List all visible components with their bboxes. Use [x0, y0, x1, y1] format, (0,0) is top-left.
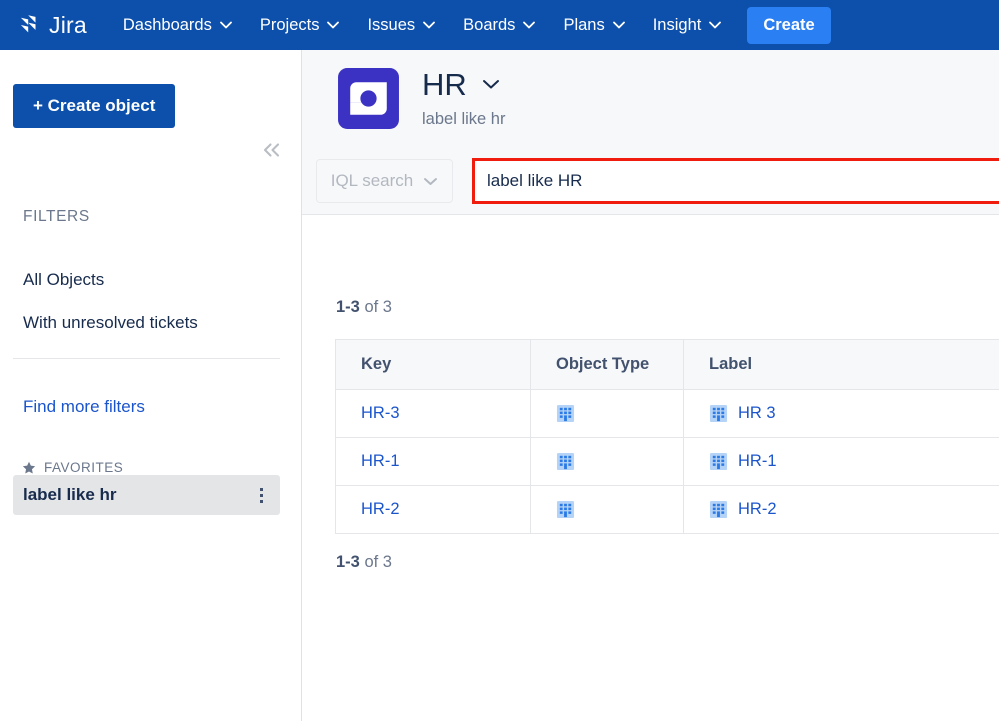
column-header-key[interactable]: Key [335, 339, 531, 390]
nav-items: Dashboards Projects Issues Boards Plans … [109, 0, 831, 50]
cell-label: HR-1 [683, 437, 999, 486]
chevron-down-icon [523, 21, 536, 29]
results-count-bottom: 1-3 of 3 [336, 553, 392, 572]
object-schema-header: HR label like hr [302, 50, 999, 147]
favorites-heading: FAVORITES [22, 460, 123, 475]
object-label-link[interactable]: HR 3 [738, 404, 776, 423]
iql-query-highlight [472, 157, 999, 204]
object-key-link[interactable]: HR-3 [361, 404, 400, 422]
object-schema-title-row: HR [422, 68, 505, 102]
results-total: of 3 [364, 298, 392, 316]
object-label-link[interactable]: HR-2 [738, 500, 777, 519]
table-head: Key Object Type Label [335, 339, 999, 390]
nav-item-dashboards[interactable]: Dashboards [109, 0, 246, 50]
nav-item-label: Dashboards [122, 15, 212, 34]
nav-item-insight[interactable]: Insight [639, 0, 736, 50]
nav-item-plans[interactable]: Plans [549, 0, 638, 50]
nav-item-label: Issues [367, 15, 416, 34]
table-header-row: Key Object Type Label [335, 339, 999, 390]
chevron-down-icon[interactable] [481, 77, 501, 95]
sidebar-item-with-unresolved-tickets[interactable]: With unresolved tickets [23, 313, 198, 333]
nav-item-label: Projects [259, 15, 320, 34]
chevron-down-icon [219, 21, 232, 29]
cell-key: HR-2 [335, 485, 531, 534]
chevron-down-icon [709, 21, 722, 29]
cell-object-type [530, 437, 684, 486]
jira-logo-icon [16, 12, 42, 38]
search-bar: IQL search [302, 147, 999, 215]
building-icon [556, 452, 683, 471]
jira-wordmark: Jira [49, 11, 87, 38]
column-header-object-type[interactable]: Object Type [530, 339, 684, 390]
column-header-label[interactable]: Label [683, 339, 999, 390]
object-schema-text: HR label like hr [422, 68, 505, 128]
results-range: 1-3 [336, 298, 360, 316]
sidebar-item-all-objects[interactable]: All Objects [23, 270, 104, 290]
cell-key: HR-3 [335, 389, 531, 438]
object-key-link[interactable]: HR-1 [361, 452, 400, 470]
more-vertical-icon[interactable] [257, 484, 266, 507]
nav-item-label: Plans [563, 15, 605, 34]
page-subtitle: label like hr [422, 109, 506, 128]
filters-heading: FILTERS [23, 208, 90, 225]
label-cell-content: HR-1 [709, 452, 999, 471]
building-icon [556, 404, 683, 423]
nav-item-label: Boards [463, 15, 516, 34]
chevron-down-icon [612, 21, 625, 29]
label-cell-content: HR 3 [709, 404, 999, 423]
search-input[interactable] [475, 160, 999, 201]
results-total: of 3 [364, 553, 392, 571]
sidebar: + Create object FILTERS All Objects With… [0, 50, 302, 721]
cell-label: HR-2 [683, 485, 999, 534]
sidebar-divider [13, 358, 280, 359]
building-icon [556, 500, 683, 519]
nav-item-boards[interactable]: Boards [449, 0, 549, 50]
nav-item-label: Insight [652, 15, 702, 34]
jira-brand[interactable]: Jira [16, 0, 87, 50]
cell-object-type [530, 389, 684, 438]
results-range: 1-3 [336, 553, 360, 571]
find-more-filters-link[interactable]: Find more filters [23, 397, 145, 417]
sidebar-item-label-like-hr[interactable]: label like hr [13, 475, 280, 515]
iql-search-mode-dropdown[interactable]: IQL search [316, 158, 453, 203]
create-button[interactable]: Create [747, 6, 831, 44]
chevron-down-icon [423, 171, 438, 191]
insight-object-schema-icon [302, 66, 401, 131]
object-key-link[interactable]: HR-2 [361, 500, 400, 518]
building-icon [709, 500, 728, 519]
nav-item-issues[interactable]: Issues [353, 0, 449, 50]
objects-table: Key Object Type Label HR-3 HR 3 HR-1 HR-… [335, 339, 999, 534]
table-row[interactable]: HR-3 HR 3 [335, 389, 999, 438]
iql-search-mode-label: IQL search [330, 170, 414, 190]
chevron-double-left-icon[interactable] [258, 136, 286, 164]
cell-object-type [530, 485, 684, 534]
building-icon [709, 404, 728, 423]
cell-key: HR-1 [335, 437, 531, 486]
star-icon [22, 461, 36, 475]
object-label-link[interactable]: HR-1 [738, 452, 777, 471]
nav-item-projects[interactable]: Projects [246, 0, 354, 50]
table-body: HR-3 HR 3 HR-1 HR-1 HR-2 HR-2 [335, 389, 999, 534]
favorite-item-label: label like hr [23, 485, 117, 504]
table-row[interactable]: HR-2 HR-2 [335, 485, 999, 534]
top-navigation-bar: Jira Dashboards Projects Issues Boards P… [0, 0, 999, 50]
favorites-heading-label: FAVORITES [44, 460, 124, 475]
table-row[interactable]: HR-1 HR-1 [335, 437, 999, 486]
main-content: HR label like hr IQL search 1-3 of 3 Key [302, 50, 999, 721]
chevron-down-icon [423, 21, 436, 29]
create-object-button[interactable]: + Create object [13, 84, 176, 128]
chevron-down-icon [327, 21, 340, 29]
label-cell-content: HR-2 [709, 500, 999, 519]
cell-label: HR 3 [683, 389, 999, 438]
results-count-top: 1-3 of 3 [336, 298, 392, 317]
page-title: HR [422, 67, 467, 103]
building-icon [709, 452, 728, 471]
